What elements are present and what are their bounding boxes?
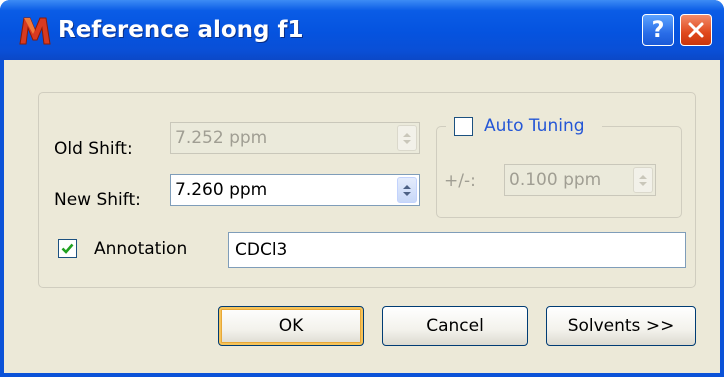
annotation-input[interactable]: CDCl3 [228,232,686,268]
dialog-window: Reference along f1 ? Old Shift: 7.252 pp… [0,0,724,377]
new-shift-spinbox[interactable]: 7.260 ppm [170,174,420,206]
tolerance-spinbox[interactable]: 0.100 ppm [504,164,656,196]
spin-down-icon [403,191,411,196]
old-shift-label: Old Shift: [54,139,133,159]
title-bar[interactable]: Reference along f1 ? [0,0,724,60]
spin-up-icon [403,132,411,137]
old-shift-spinbox[interactable]: 7.252 ppm [170,122,420,154]
old-shift-value: 7.252 ppm [175,128,268,148]
spin-up-icon [403,184,411,189]
close-button[interactable] [680,14,712,46]
new-shift-label: New Shift: [54,190,141,210]
checkmark-icon [61,243,74,254]
new-shift-value: 7.260 ppm [175,180,268,200]
tolerance-stepper[interactable] [633,167,653,193]
tolerance-label: +/-: [444,171,476,191]
help-button[interactable]: ? [642,14,674,46]
old-shift-stepper[interactable] [397,125,417,151]
tolerance-value: 0.100 ppm [509,170,602,190]
auto-tuning-label[interactable]: Auto Tuning [484,115,585,137]
auto-tuning-checkbox[interactable] [454,117,473,136]
dialog-body: Old Shift: 7.252 ppm New Shift: 7.260 pp… [4,60,720,373]
spin-down-icon [403,139,411,144]
spin-up-icon [639,174,647,179]
spin-down-icon [639,181,647,186]
dialog-title: Reference along f1 [58,17,304,43]
ok-button[interactable]: OK [218,306,364,346]
annotation-checkbox[interactable] [58,239,77,258]
close-icon [688,22,704,38]
new-shift-stepper[interactable] [397,177,417,203]
help-icon: ? [651,17,665,43]
solvents-button[interactable]: Solvents >> [546,306,696,346]
annotation-label[interactable]: Annotation [94,238,187,260]
cancel-button[interactable]: Cancel [382,306,528,346]
annotation-value: CDCl3 [235,240,288,260]
mnova-logo-icon [19,17,51,45]
